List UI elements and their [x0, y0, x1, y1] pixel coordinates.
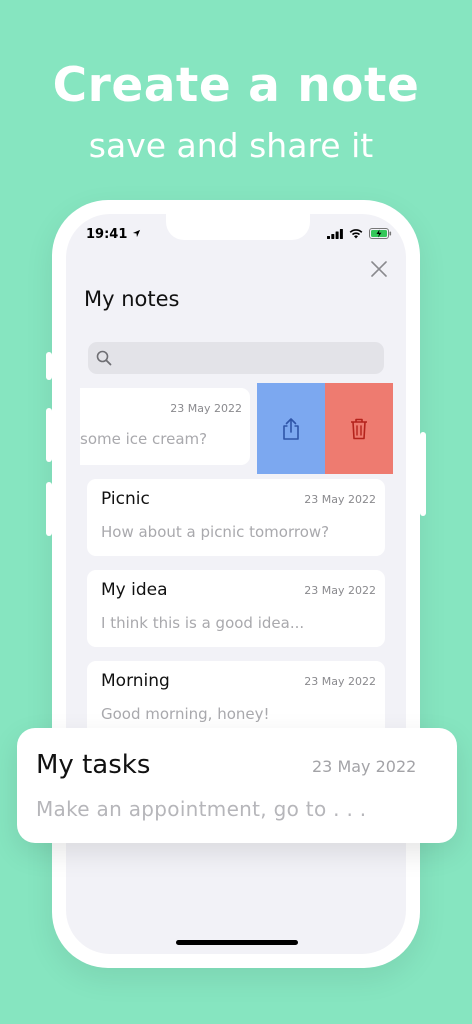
swiped-note-card[interactable]: 23 May 2022 some ice cream?	[80, 388, 250, 465]
location-arrow-icon	[132, 229, 141, 238]
note-title: My idea	[101, 580, 168, 600]
phone-notch	[166, 214, 310, 240]
search-input[interactable]	[88, 342, 384, 374]
page-title: My notes	[84, 287, 180, 311]
featured-note-date: 23 May 2022	[312, 757, 417, 776]
note-body: Good morning, honey!	[101, 705, 270, 723]
search-icon	[96, 350, 112, 366]
note-date: 23 May 2022	[304, 675, 376, 688]
phone-mute-switch	[46, 352, 52, 380]
phone-volume-up-button	[46, 408, 52, 462]
note-body: I think this is a good idea...	[101, 614, 305, 632]
status-icons	[327, 228, 392, 239]
note-card-picnic[interactable]: Picnic 23 May 2022 How about a picnic to…	[87, 479, 385, 556]
delete-note-button[interactable]	[325, 383, 393, 474]
cellular-signal-icon	[327, 228, 343, 239]
close-icon[interactable]	[370, 260, 388, 278]
trash-icon	[351, 418, 367, 439]
phone-screen: 19:41 My notes 23 May 2022 some ice crea…	[66, 214, 406, 954]
wifi-icon	[349, 228, 363, 238]
share-note-button[interactable]	[257, 383, 325, 474]
note-date: 23 May 2022	[304, 584, 376, 597]
battery-charging-icon	[369, 228, 392, 239]
hero-title: Create a note	[52, 58, 420, 113]
phone-power-button	[420, 432, 426, 516]
home-indicator[interactable]	[176, 940, 298, 945]
note-title: Morning	[101, 671, 170, 691]
note-body: some ice cream?	[80, 430, 208, 448]
note-title: Picnic	[101, 489, 150, 509]
share-icon	[283, 417, 299, 440]
status-time: 19:41	[86, 227, 141, 242]
featured-note-body: Make an appointment, go to . . .	[36, 797, 367, 821]
note-body: How about a picnic tomorrow?	[101, 523, 330, 541]
featured-note-title: My tasks	[36, 750, 151, 780]
phone-volume-down-button	[46, 482, 52, 536]
note-date: 23 May 2022	[170, 402, 242, 415]
featured-note-card[interactable]: My tasks 23 May 2022 Make an appointment…	[17, 728, 457, 843]
note-card-my-idea[interactable]: My idea 23 May 2022 I think this is a go…	[87, 570, 385, 647]
note-card-morning[interactable]: Morning 23 May 2022 Good morning, honey!	[87, 661, 385, 738]
hero-subtitle: save and share it	[88, 126, 374, 165]
note-date: 23 May 2022	[304, 493, 376, 506]
